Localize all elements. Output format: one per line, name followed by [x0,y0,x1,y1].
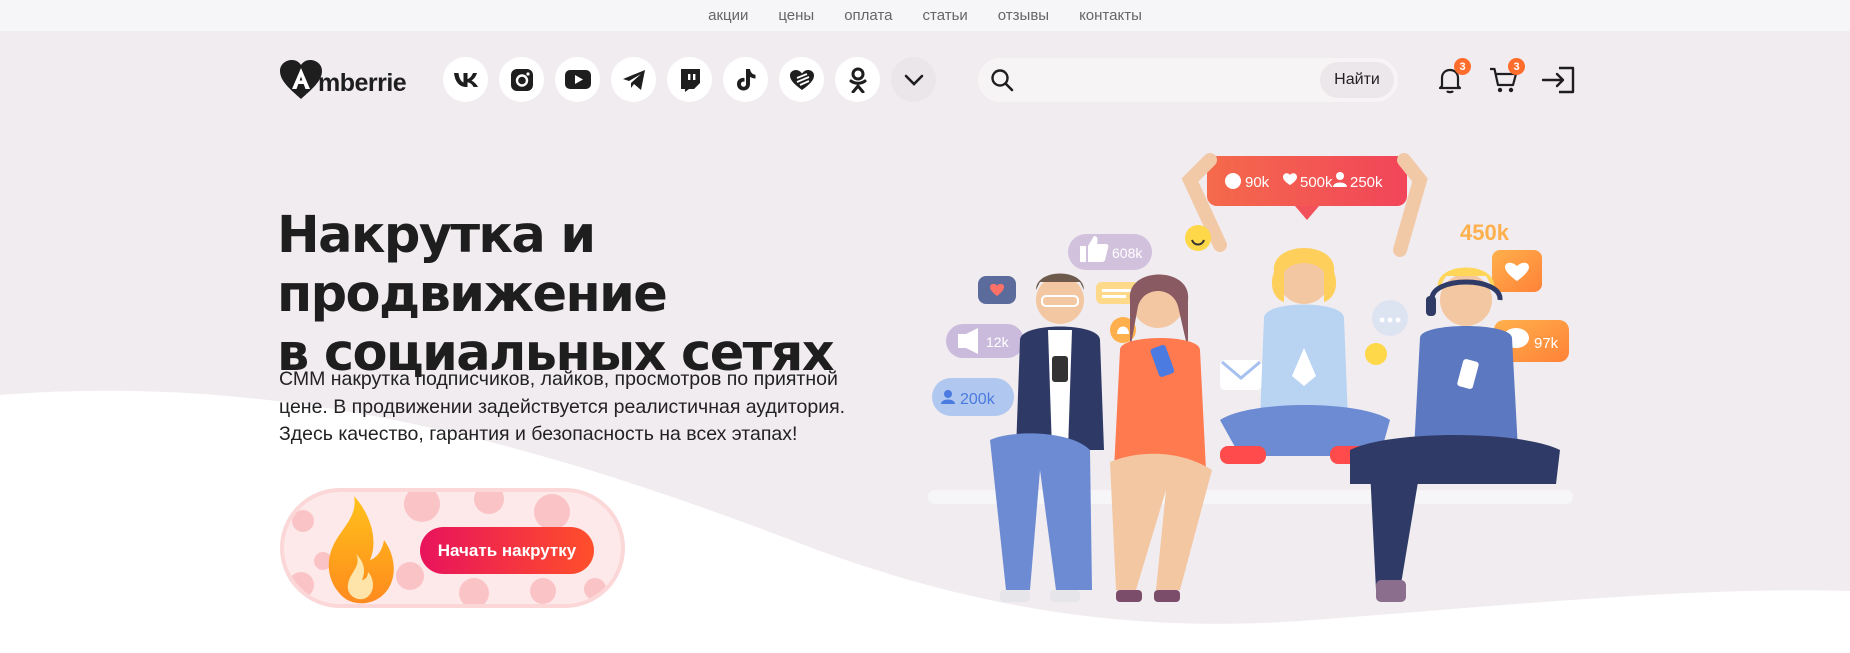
search-button[interactable]: Найти [1320,62,1394,98]
banner-likes-count: 500k [1300,174,1333,191]
cart-badge: 3 [1508,58,1525,75]
telegram-icon[interactable] [611,57,656,102]
youtube-icon[interactable] [555,57,600,102]
hero-title: Накрутка и продвижение в социальных сетя… [277,206,917,383]
banner-comments-count: 90k [1245,174,1270,191]
brand-name: mberrie [318,68,407,97]
topnav-prices[interactable]: цены [763,7,829,24]
login-button[interactable] [1540,60,1578,100]
login-icon [1541,66,1575,94]
topnav-payment[interactable]: оплата [829,7,907,24]
start-promotion-button[interactable]: Начать накрутку [420,527,594,574]
odnoklassniki-icon[interactable] [835,57,880,102]
instagram-icon[interactable] [499,57,544,102]
cta-container: Начать накрутку [280,488,625,608]
hero-desc-line1: СММ накрутка подписчиков, лайков, просмо… [279,368,838,390]
hearts-count: 450k [1460,220,1510,245]
hero-illustration: 90k 500k 250k 608k 12k 200k 450k 97k [920,150,1580,620]
search-icon [991,69,1014,92]
hero-description: СММ накрутка подписчиков, лайков, просмо… [279,366,899,449]
search-bar: Найти [978,58,1398,102]
brand-logo[interactable]: mberrie [278,59,407,101]
fire-icon [328,496,394,604]
likes-badge-count: 608k [1112,245,1143,261]
likee-icon[interactable] [779,57,824,102]
tiktok-icon[interactable] [723,57,768,102]
people-illustration: 90k 500k 250k 608k 12k 200k 450k 97k [928,153,1573,602]
hero-desc-line3: Здесь качество, гарантия и безопасность … [279,423,798,446]
comments-badge-count: 97k [1534,335,1559,352]
users-badge-count: 200k [960,391,996,408]
topnav-contacts[interactable]: контакты [1064,7,1157,24]
topnav-reviews[interactable]: отзывы [983,7,1064,24]
search-input[interactable] [1028,64,1298,96]
twitch-icon[interactable] [667,57,712,102]
vk-icon[interactable] [443,57,488,102]
top-nav: акции цены оплата статьи отзывы контакты [0,0,1850,31]
header-actions: 3 3 [1432,58,1578,100]
hero-title-line1: Накрутка и продвижение [277,206,668,325]
views-badge-count: 12k [986,334,1010,350]
banner-followers-count: 250k [1350,174,1383,191]
topnav-promotions[interactable]: акции [693,7,763,24]
notifications-button[interactable]: 3 [1432,58,1471,100]
notifications-badge: 3 [1454,58,1471,75]
chevron-down-icon[interactable] [891,57,936,102]
cart-button[interactable]: 3 [1486,58,1525,100]
hero-desc-line2: цене. В продвижении задействуется реалис… [279,395,846,418]
social-networks [443,57,936,102]
topnav-articles[interactable]: статьи [908,7,983,24]
site-header: mberrie Найти 3 3 [278,56,1575,104]
